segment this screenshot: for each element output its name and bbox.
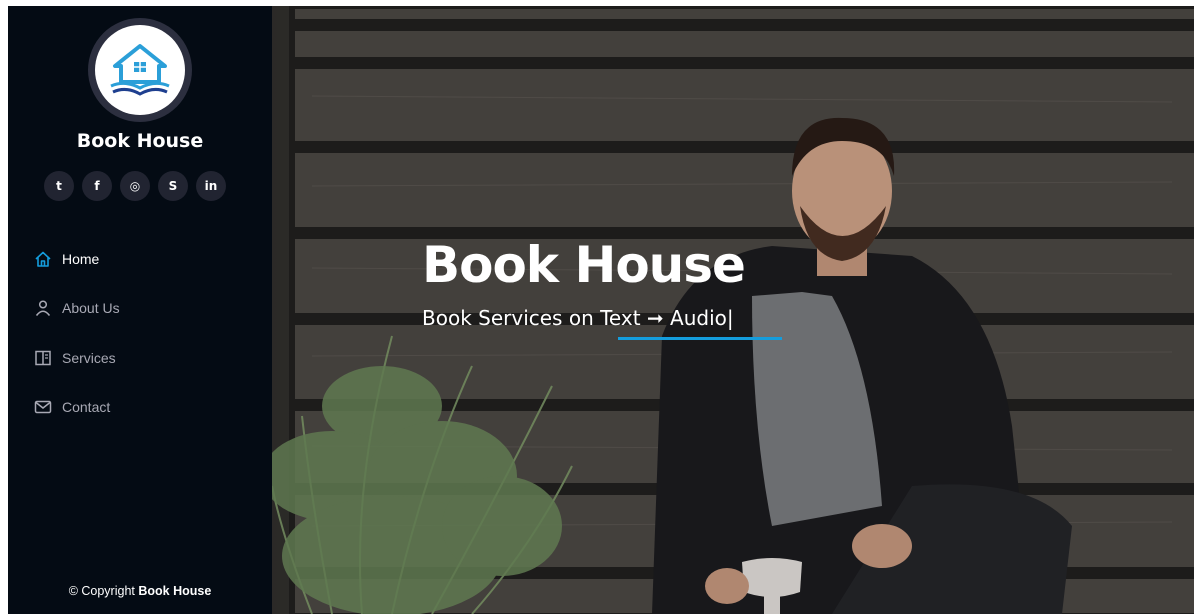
logo-ring[interactable] (88, 18, 192, 122)
hero-underline (618, 337, 782, 340)
home-icon (35, 251, 51, 267)
nav-item-label: Home (62, 250, 100, 267)
social-links: t f ◎ S in (44, 171, 226, 201)
facebook-icon[interactable]: f (82, 171, 112, 201)
hero-subtitle: Book Services on Text ➞ Audio| (422, 306, 734, 330)
nav-item-contact[interactable]: Contact (34, 383, 120, 433)
book-icon (35, 350, 51, 365)
instagram-icon[interactable]: ◎ (120, 171, 150, 201)
sidebar: Book House t f ◎ S in Home About Us Serv… (8, 6, 272, 614)
nav-menu: Home About Us Services Contact (34, 234, 120, 432)
nav-item-home[interactable]: Home (34, 234, 120, 284)
house-book-logo-icon (110, 44, 170, 96)
nav-item-label: About Us (62, 300, 120, 317)
copyright-prefix: © Copyright (68, 584, 135, 598)
skype-icon[interactable]: S (158, 171, 188, 201)
envelope-icon (34, 401, 52, 414)
nav-item-label: Contact (62, 399, 111, 416)
hero-section: Book House Book Services on Text ➞ Audio… (272, 6, 1194, 614)
nav-item-services[interactable]: Services (34, 333, 120, 383)
nav-item-about[interactable]: About Us (34, 284, 120, 334)
nav-item-label: Services (62, 349, 116, 366)
hero-title: Book House (422, 236, 746, 294)
brand-name: Book House (76, 130, 204, 152)
logo-image (95, 25, 185, 115)
linkedin-icon[interactable]: in (196, 171, 226, 201)
page-frame: Book House t f ◎ S in Home About Us Serv… (8, 6, 1194, 614)
twitter-icon[interactable]: t (44, 171, 74, 201)
user-icon (35, 300, 51, 317)
copyright-brand: Book House (138, 584, 212, 598)
copyright: © Copyright Book House (8, 584, 272, 598)
